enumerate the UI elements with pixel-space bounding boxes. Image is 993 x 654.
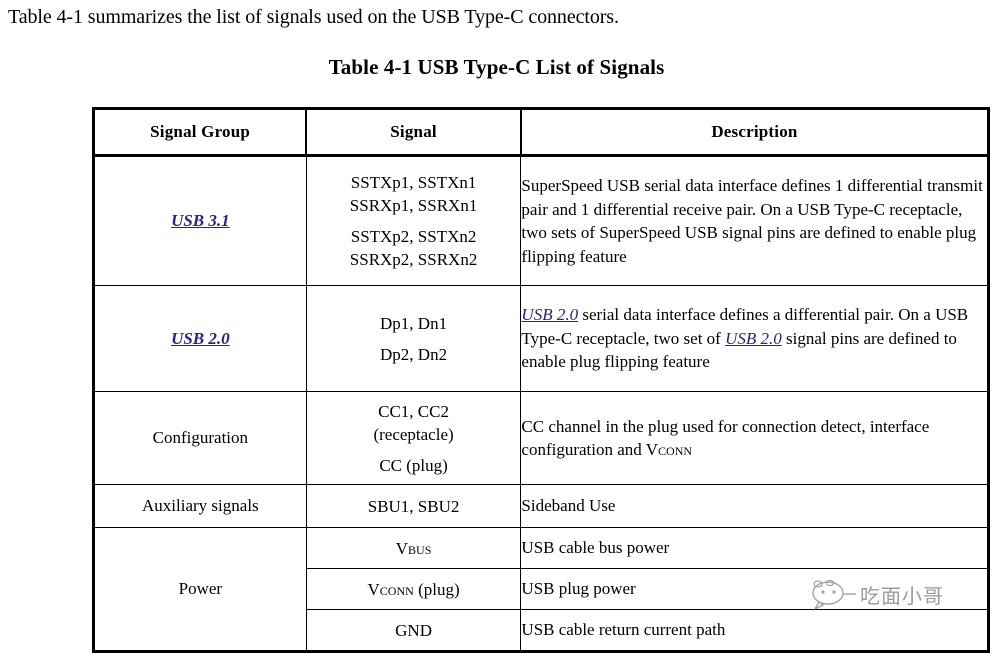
table-row: USB 2.0 Dp1, Dn1 Dp2, Dn2 USB 2.0 serial… — [93, 285, 989, 392]
cell-signal-usb20: Dp1, Dn1 Dp2, Dn2 — [305, 285, 522, 392]
cell-signal-group-power: Power — [93, 527, 307, 652]
description-smallcaps: CONN — [658, 440, 693, 459]
cell-signal-gnd: GND — [305, 609, 522, 652]
cell-description-configuration: CC channel in the plug used for connecti… — [520, 391, 989, 485]
signal-smallcaps: CONN — [379, 579, 414, 599]
description-text-segment: CC channel in the plug used for connecti… — [521, 416, 930, 460]
signal-token: CC — [379, 455, 402, 475]
cell-signal-configuration: CC1, CC2 (receptacle) CC (plug) — [305, 391, 522, 485]
cell-description-usb31: SuperSpeed USB serial data interface def… — [520, 155, 989, 286]
signal-token: V — [395, 538, 409, 558]
signal-line: SSRXp1, SSRXn1 — [349, 196, 478, 215]
signal-token: V — [367, 579, 380, 599]
signal-line-spacer — [307, 335, 521, 343]
cell-signal-group-auxiliary: Auxiliary signals — [93, 484, 307, 528]
cell-signal-auxiliary: SBU1, SBU2 — [305, 484, 522, 528]
cell-signal-vconn: VCONN (plug) — [305, 568, 522, 610]
cell-signal-group-usb31: USB 3.1 — [93, 155, 307, 286]
table-row: USB 3.1 SSTXp1, SSTXn1 SSRXp1, SSRXn1 SS… — [93, 155, 989, 286]
cell-description-vbus: USB cable bus power — [520, 527, 989, 569]
signal-line: CC1, CC2 — [378, 401, 449, 421]
signal-line-spacer — [307, 217, 521, 225]
signals-table-wrapper: Signal Group Signal Description USB 3.1 … — [92, 107, 990, 653]
cell-description-usb20: USB 2.0 serial data interface defines a … — [520, 285, 989, 392]
signal-line: SSTXp1, SSTXn1 — [350, 173, 477, 192]
signal-line: SSTXp2, SSTXn2 — [350, 227, 477, 246]
signals-table: Signal Group Signal Description USB 3.1 … — [92, 107, 990, 653]
cell-description-gnd: USB cable return current path — [520, 609, 989, 652]
cell-signal-group-usb20: USB 2.0 — [93, 285, 307, 392]
cell-description-vconn: USB plug power — [520, 568, 989, 610]
column-header-description: Description — [519, 108, 989, 157]
column-header-signal-group: Signal Group — [93, 108, 308, 157]
link-usb-2-0[interactable]: USB 2.0 — [171, 329, 230, 348]
signal-line: SSRXp2, SSRXn2 — [349, 250, 478, 269]
table-caption: Table 4-1 USB Type-C List of Signals — [328, 55, 665, 79]
signal-line: (receptacle) — [373, 424, 454, 444]
signal-token-suffix: (plug) — [402, 455, 448, 475]
table-row: Power VBUS USB cable bus power — [93, 527, 989, 652]
signal-line-spacer — [307, 446, 521, 454]
cell-signal-vbus: VBUS — [305, 527, 522, 569]
link-usb-2-0-inline-first[interactable]: USB 2.0 — [521, 305, 578, 324]
signal-line: CC (plug) — [307, 454, 521, 477]
table-header-row: Signal Group Signal Description — [93, 108, 989, 157]
cell-description-auxiliary: Sideband Use — [520, 484, 989, 528]
column-header-signal: Signal — [305, 108, 522, 157]
intro-paragraph: Table 4-1 summarizes the list of signals… — [8, 6, 619, 28]
cell-signal-group-configuration: Configuration — [93, 391, 307, 485]
signal-smallcaps: BUS — [408, 538, 432, 558]
table-row: Auxiliary signals SBU1, SBU2 Sideband Us… — [93, 484, 989, 528]
link-usb-3-1[interactable]: USB 3.1 — [171, 211, 230, 230]
signal-token-suffix: (plug) — [413, 579, 460, 599]
signal-token: GND — [395, 620, 432, 640]
link-usb-2-0-inline-second[interactable]: USB 2.0 — [725, 329, 782, 348]
signal-line: Dp2, Dn2 — [380, 344, 448, 364]
cell-signal-usb31: SSTXp1, SSTXn1 SSRXp1, SSRXn1 SSTXp2, SS… — [305, 155, 522, 286]
table-row: Configuration CC1, CC2 (receptacle) CC (… — [93, 391, 989, 485]
signal-line: Dp1, Dn1 — [380, 313, 448, 333]
